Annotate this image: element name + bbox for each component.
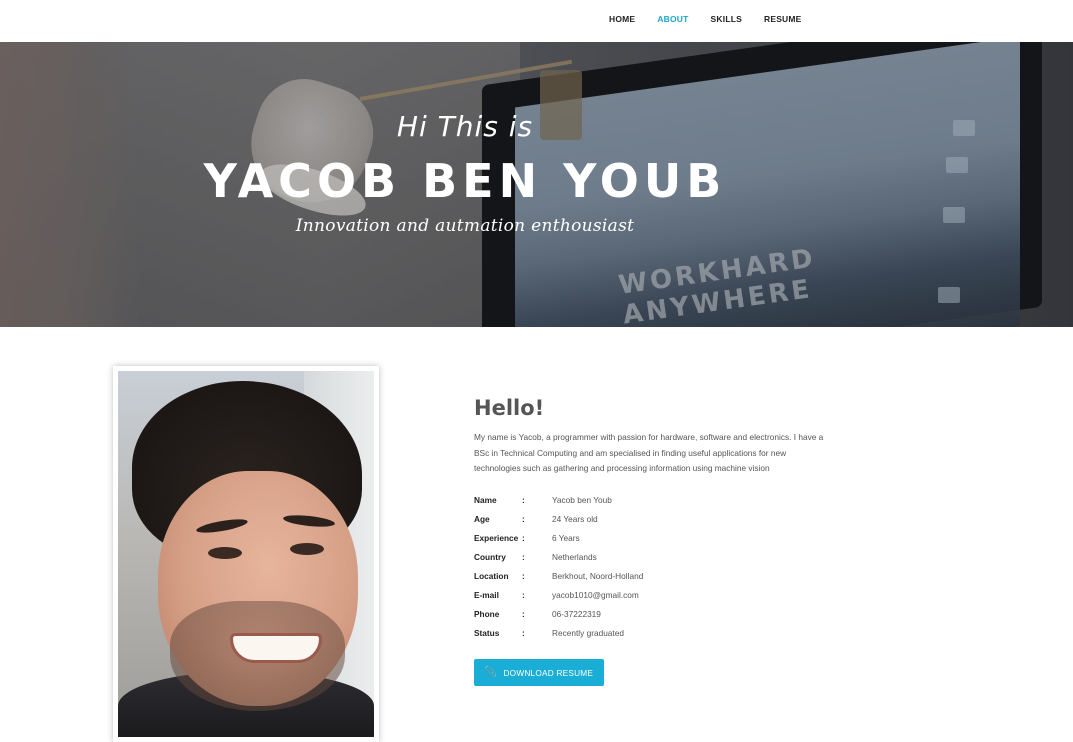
- nav-item-home[interactable]: HOME: [609, 14, 635, 24]
- info-value: Recently graduated: [552, 627, 624, 638]
- info-row-email: E-mail : yacob1010@gmail.com: [474, 585, 643, 604]
- photo-eye: [290, 543, 324, 555]
- info-label: Location: [474, 570, 509, 581]
- info-row-status: Status : Recently graduated: [474, 623, 643, 642]
- paperclip-icon: 📎: [484, 667, 498, 678]
- info-value[interactable]: yacob1010@gmail.com: [552, 590, 639, 600]
- profile-photo-frame: [113, 366, 379, 742]
- about-heading: Hello!: [474, 396, 545, 420]
- info-label: Age: [474, 513, 490, 524]
- personal-info-list: Name : Yacob ben Youb Age : 24 Years old…: [474, 490, 643, 642]
- info-colon: :: [522, 494, 525, 505]
- info-colon: :: [522, 570, 525, 581]
- nav-item-resume[interactable]: RESUME: [764, 14, 802, 24]
- info-label: Country: [474, 551, 506, 562]
- info-colon: :: [522, 608, 525, 619]
- info-value: Berkhout, Noord-Holland: [552, 570, 644, 581]
- info-row-phone: Phone : 06-37222319: [474, 604, 643, 623]
- hero-name: YACOB BEN YOUB: [203, 154, 727, 208]
- info-row-experience: Experience : 6 Years: [474, 528, 643, 547]
- photo-smile: [230, 633, 322, 663]
- info-value: 06-37222319: [552, 608, 601, 619]
- info-colon: :: [522, 551, 525, 562]
- info-label: Status: [474, 627, 500, 638]
- info-row-age: Age : 24 Years old: [474, 509, 643, 528]
- hero-tagline: Innovation and autmation enthousiast: [295, 216, 635, 236]
- info-row-location: Location : Berkhout, Noord-Holland: [474, 566, 643, 585]
- info-value: 6 Years: [552, 532, 580, 543]
- info-colon: :: [522, 589, 525, 600]
- about-bio: My name is Yacob, a programmer with pass…: [474, 432, 824, 474]
- info-value: Yacob ben Youb: [552, 494, 612, 505]
- info-label: Experience: [474, 532, 519, 543]
- download-resume-label: DOWNLOAD RESUME: [503, 667, 594, 678]
- info-label: Name: [474, 494, 497, 505]
- hero-greeting: Hi This is: [396, 110, 534, 143]
- info-value: Netherlands: [552, 551, 597, 562]
- nav-menu: HOME ABOUT SKILLS RESUME: [609, 14, 802, 24]
- photo-eye: [208, 547, 242, 559]
- info-label: E-mail: [474, 589, 499, 600]
- nav-item-about[interactable]: ABOUT: [657, 14, 688, 24]
- info-colon: :: [522, 532, 525, 543]
- info-row-country: Country : Netherlands: [474, 547, 643, 566]
- download-resume-button[interactable]: 📎 DOWNLOAD RESUME: [474, 659, 604, 686]
- info-label: Phone: [474, 608, 500, 619]
- top-navbar: HOME ABOUT SKILLS RESUME: [0, 0, 1073, 42]
- hero-banner: WORKHARD ANYWHERE Hi This is YACOB BEN Y…: [0, 42, 1073, 327]
- info-colon: :: [522, 513, 525, 524]
- info-value: 24 Years old: [552, 513, 598, 524]
- info-colon: :: [522, 627, 525, 638]
- profile-photo: [118, 371, 374, 737]
- nav-item-skills[interactable]: SKILLS: [711, 14, 742, 24]
- info-row-name: Name : Yacob ben Youb: [474, 490, 643, 509]
